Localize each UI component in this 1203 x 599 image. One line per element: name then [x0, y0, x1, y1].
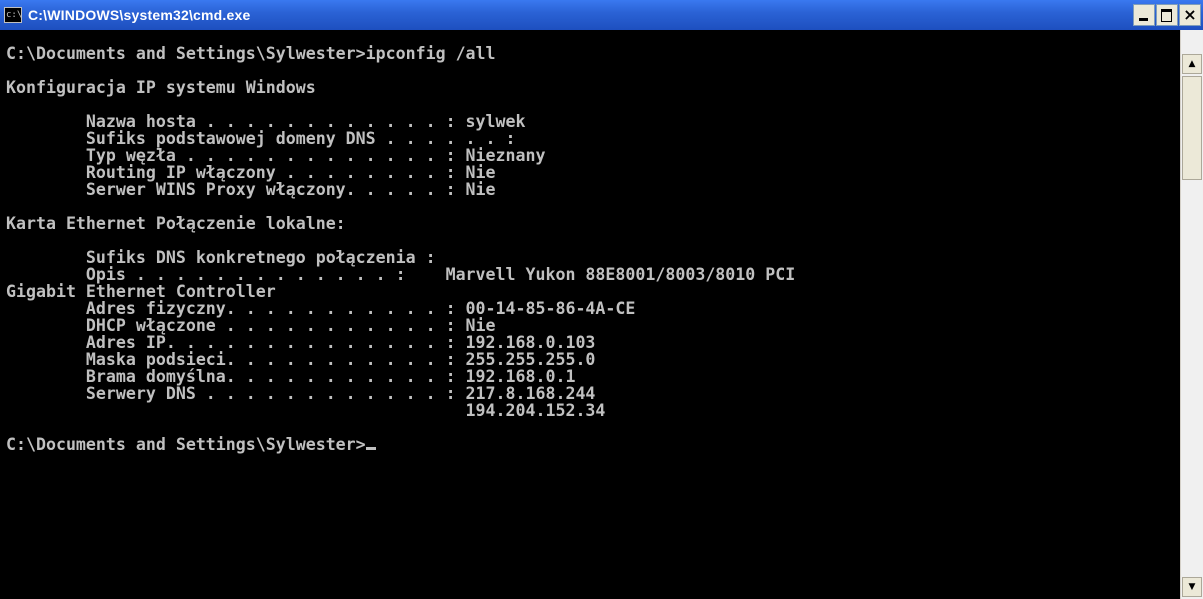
console-line: Sufiks podstawowej domeny DNS . . . . . … — [6, 129, 516, 148]
console-line: Routing IP włączony . . . . . . . . : Ni… — [6, 163, 496, 182]
console-line: Serwery DNS . . . . . . . . . . . . : 21… — [6, 384, 596, 403]
scrollbar-thumb[interactable] — [1182, 76, 1202, 180]
console-line: Brama domyślna. . . . . . . . . . . : 19… — [6, 367, 576, 386]
console-line: Karta Ethernet Połączenie lokalne: — [6, 214, 346, 233]
console-line: Konfiguracja IP systemu Windows — [6, 78, 316, 97]
console-line: Sufiks DNS konkretnego połączenia : — [6, 248, 436, 267]
console-icon[interactable]: c:\ — [4, 7, 22, 23]
prompt-text: C:\Documents and Settings\Sylwester> — [6, 435, 366, 454]
window-title: C:\WINDOWS\system32\cmd.exe — [28, 7, 251, 23]
close-button[interactable]: × — [1179, 4, 1201, 26]
console-line: Gigabit Ethernet Controller — [6, 282, 276, 301]
cmd-window: c:\ C:\WINDOWS\system32\cmd.exe × C:\Doc… — [0, 0, 1203, 599]
console-line: Typ węzła . . . . . . . . . . . . . : Ni… — [6, 146, 546, 165]
arrow-up-icon: ▲ — [1188, 59, 1196, 69]
console-line: Adres fizyczny. . . . . . . . . . . : 00… — [6, 299, 636, 318]
scroll-up-button[interactable]: ▲ — [1182, 54, 1202, 74]
console-line: Adres IP. . . . . . . . . . . . . . : 19… — [6, 333, 596, 352]
console-line: Opis . . . . . . . . . . . . . : Marvell… — [6, 265, 796, 284]
text-cursor — [365, 447, 376, 450]
close-icon: × — [1183, 5, 1197, 24]
maximize-button[interactable] — [1156, 4, 1178, 26]
console-line: Maska podsieci. . . . . . . . . . . : 25… — [6, 350, 596, 369]
window-controls: × — [1132, 4, 1201, 26]
console-line: C:\Documents and Settings\Sylwester>ipco… — [6, 44, 496, 63]
console-line: Nazwa hosta . . . . . . . . . . . . : sy… — [6, 112, 526, 131]
scroll-down-button[interactable]: ▼ — [1182, 577, 1202, 597]
console-output[interactable]: C:\Documents and Settings\Sylwester>ipco… — [0, 30, 1180, 599]
console-line: DHCP włączone . . . . . . . . . . . : Ni… — [6, 316, 496, 335]
title-bar[interactable]: c:\ C:\WINDOWS\system32\cmd.exe × — [0, 0, 1203, 30]
console-line: Serwer WINS Proxy włączony. . . . . : Ni… — [6, 180, 496, 199]
console-line: 194.204.152.34 — [6, 401, 606, 420]
minimize-button[interactable] — [1133, 4, 1155, 26]
prompt-line[interactable]: C:\Documents and Settings\Sylwester> — [6, 436, 1180, 453]
vertical-scrollbar[interactable]: ▲ ▼ — [1180, 30, 1203, 599]
arrow-down-icon: ▼ — [1188, 582, 1196, 592]
